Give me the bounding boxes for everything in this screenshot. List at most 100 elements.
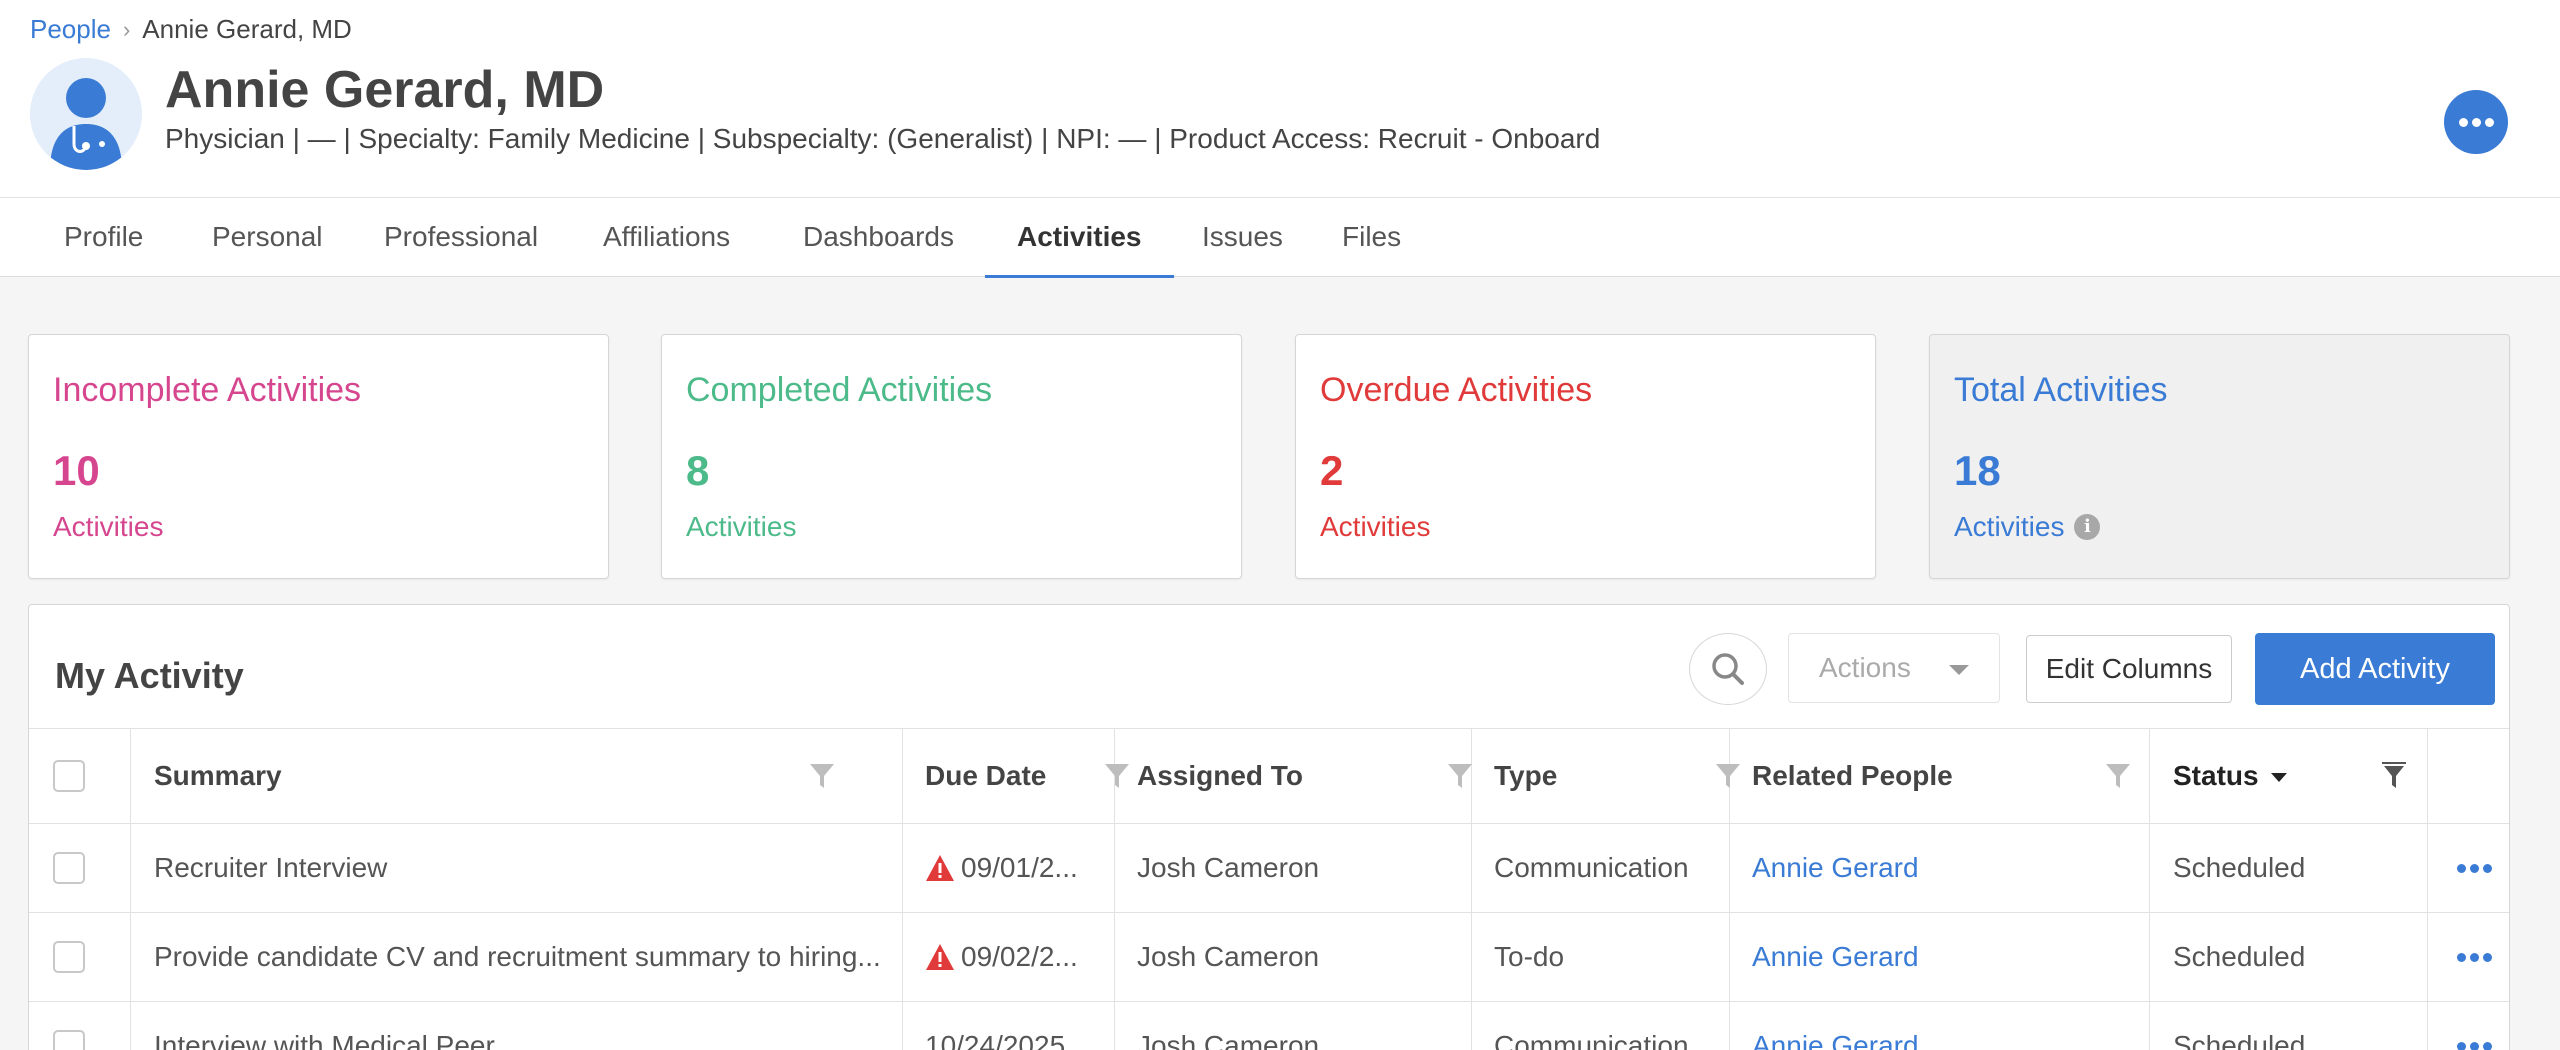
row-checkbox[interactable] xyxy=(53,941,85,973)
actions-dropdown[interactable]: Actions xyxy=(1788,633,2000,703)
tab-personal[interactable]: Personal xyxy=(180,198,355,278)
tab-affiliations[interactable]: Affiliations xyxy=(571,198,762,278)
table-row[interactable]: Interview with Medical Peer 10/24/2025 J… xyxy=(29,1002,2509,1050)
more-dot-icon xyxy=(2470,952,2479,962)
breadcrumb-current: Annie Gerard, MD xyxy=(142,14,352,44)
row-checkbox[interactable] xyxy=(53,1030,85,1050)
related-person-link[interactable]: Annie Gerard xyxy=(1752,824,1919,912)
cell-summary[interactable]: Provide candidate CV and recruitment sum… xyxy=(154,913,899,1001)
card-unit: Activities xyxy=(686,511,796,543)
cell-status: Scheduled xyxy=(2173,941,2306,972)
due-date-text: 09/02/2... xyxy=(961,941,1078,972)
more-dot-icon xyxy=(2483,863,2492,873)
column-header-summary[interactable]: Summary xyxy=(154,729,282,823)
select-all-checkbox[interactable] xyxy=(53,760,85,792)
row-actions-menu[interactable] xyxy=(2455,824,2494,912)
info-icon[interactable]: i xyxy=(2074,514,2101,540)
card-unit-label: Activities xyxy=(53,511,164,542)
row-checkbox-cell xyxy=(53,1002,85,1050)
filter-icon[interactable] xyxy=(1104,729,1130,823)
tab-professional[interactable]: Professional xyxy=(352,198,570,278)
column-header-status[interactable]: Status xyxy=(2173,729,2287,823)
add-activity-button[interactable]: Add Activity xyxy=(2255,633,2495,705)
row-checkbox[interactable] xyxy=(53,852,85,884)
card-unit-label: Activities xyxy=(1320,511,1431,542)
card-title: Incomplete Activities xyxy=(53,371,362,409)
column-header-assigned-to[interactable]: Assigned To xyxy=(1137,729,1303,823)
card-title: Completed Activities xyxy=(686,371,993,409)
breadcrumb-separator: › xyxy=(122,16,131,42)
more-options-button[interactable] xyxy=(2444,90,2508,154)
page-title: Annie Gerard, MD xyxy=(165,61,605,119)
more-dot-icon xyxy=(2457,1041,2466,1050)
column-header-status-label: Status xyxy=(2173,760,2259,791)
more-dot-icon xyxy=(2470,863,2479,873)
cell-assigned-to: Josh Cameron xyxy=(1137,852,1320,883)
row-checkbox-cell xyxy=(53,913,85,1001)
tab-activities[interactable]: Activities xyxy=(985,198,1174,278)
select-all-checkbox-cell xyxy=(53,729,85,823)
tab-profile[interactable]: Profile xyxy=(32,198,175,278)
card-title: Total Activities xyxy=(1954,371,2168,409)
row-checkbox-cell xyxy=(53,824,85,912)
cell-status: Scheduled xyxy=(2173,852,2306,883)
table-row[interactable]: Recruiter Interview 09/01/2... Josh Came… xyxy=(29,824,2509,913)
column-header-due-date[interactable]: Due Date xyxy=(925,729,1046,823)
more-dot-icon xyxy=(2457,863,2466,873)
edit-columns-button[interactable]: Edit Columns xyxy=(2026,635,2232,703)
column-header-related-people[interactable]: Related People xyxy=(1752,729,1953,823)
card-unit-label: Activities xyxy=(1954,511,2065,542)
profile-header: People › Annie Gerard, MD Annie Gerard, … xyxy=(0,0,2560,197)
card-unit: Activities xyxy=(53,511,163,543)
row-actions-menu[interactable] xyxy=(2455,1002,2494,1050)
card-count: 18 xyxy=(1954,447,2001,494)
panel-title: My Activity xyxy=(55,655,244,696)
filter-icon[interactable] xyxy=(2105,729,2131,823)
cell-summary[interactable]: Recruiter Interview xyxy=(154,824,899,912)
tab-bar: Profile Personal Professional Affiliatio… xyxy=(0,197,2560,278)
tab-dashboards[interactable]: Dashboards xyxy=(771,198,986,278)
tab-files[interactable]: Files xyxy=(1310,198,1433,278)
cell-status: Scheduled xyxy=(2173,1030,2306,1050)
cell-type: Communication xyxy=(1494,852,1689,883)
table-header: Summary Due Date Assigned To Type Relate… xyxy=(29,728,2509,824)
related-person-link[interactable]: Annie Gerard xyxy=(1752,1002,1919,1050)
cell-due-date: 09/01/2... xyxy=(925,824,1110,912)
more-dot-icon xyxy=(2483,1041,2492,1050)
overdue-activities-card[interactable]: Overdue Activities 2 Activities xyxy=(1295,334,1876,579)
related-person-link[interactable]: Annie Gerard xyxy=(1752,913,1919,1001)
card-count: 8 xyxy=(686,447,710,494)
my-activity-panel: My Activity Actions Edit Columns Add Act… xyxy=(28,604,2510,1050)
cell-type: Communication xyxy=(1494,1030,1689,1050)
more-dot-icon xyxy=(2470,1041,2479,1050)
due-date-text: 10/24/2025 xyxy=(925,1030,1066,1050)
filter-active-icon[interactable] xyxy=(2381,729,2407,823)
card-unit: Activities xyxy=(1320,511,1430,543)
card-unit: Activities i xyxy=(1954,511,2101,543)
filter-icon[interactable] xyxy=(1715,729,1741,823)
total-activities-card[interactable]: Total Activities 18 Activities i xyxy=(1929,334,2510,579)
search-button[interactable] xyxy=(1689,633,1767,705)
cell-type: To-do xyxy=(1494,941,1565,972)
cell-due-date: 10/24/2025 xyxy=(925,1002,1110,1050)
doctor-avatar-icon xyxy=(30,58,142,170)
completed-activities-card[interactable]: Completed Activities 8 Activities xyxy=(661,334,1242,579)
card-count: 10 xyxy=(53,447,100,494)
card-unit-label: Activities xyxy=(686,511,797,542)
tab-issues[interactable]: Issues xyxy=(1170,198,1315,278)
column-header-type[interactable]: Type xyxy=(1494,729,1557,823)
table-row[interactable]: Provide candidate CV and recruitment sum… xyxy=(29,913,2509,1002)
incomplete-activities-card[interactable]: Incomplete Activities 10 Activities xyxy=(28,334,609,579)
more-dot-icon xyxy=(2483,952,2492,962)
cell-due-date: 09/02/2... xyxy=(925,913,1110,1001)
more-dot-icon xyxy=(2457,952,2466,962)
row-actions-menu[interactable] xyxy=(2455,913,2494,1001)
cell-summary[interactable]: Interview with Medical Peer xyxy=(154,1002,899,1050)
more-dot-icon xyxy=(2471,117,2481,127)
filter-icon[interactable] xyxy=(1447,729,1473,823)
more-dot-icon xyxy=(2484,117,2494,127)
filter-icon[interactable] xyxy=(809,729,835,823)
due-date-text: 09/01/2... xyxy=(961,852,1078,883)
actions-label: Actions xyxy=(1819,652,1911,683)
breadcrumb-people-link[interactable]: People xyxy=(30,14,111,45)
